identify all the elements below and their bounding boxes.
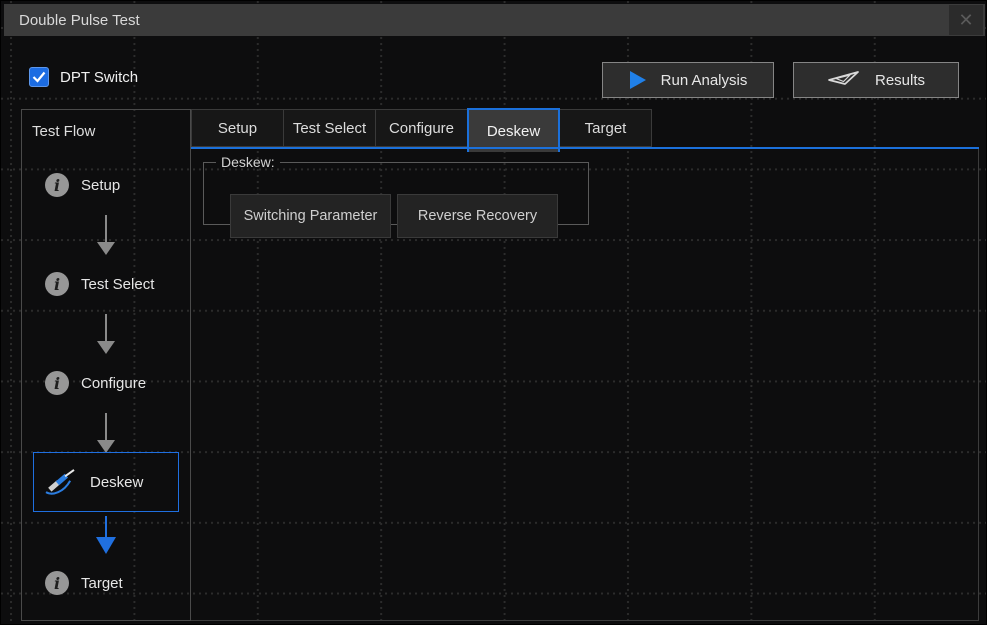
info-icon: i [45,571,69,595]
tab-target[interactable]: Target [559,109,652,147]
close-icon: ✕ [958,10,973,31]
test-flow-title: Test Flow [32,123,95,140]
flow-arrow-icon [96,314,116,354]
checkbox-checked-icon [29,67,49,87]
deskew-tab-panel: Deskew: Switching Parameter Reverse Reco… [191,149,979,621]
flow-step-target[interactable]: i Target [23,565,187,601]
flow-step-configure[interactable]: i Configure [23,365,187,401]
test-flow-panel: Test Flow i Setup i Test Select i Config… [21,109,191,621]
flow-arrow-icon [96,516,116,554]
tab-test-select[interactable]: Test Select [283,109,376,147]
info-icon: i [45,173,69,197]
switching-parameter-button[interactable]: Switching Parameter [230,194,391,238]
flow-step-label: Test Select [81,276,154,293]
tab-accent-line [191,147,979,149]
deskew-probe-icon [43,468,77,496]
tab-configure[interactable]: Configure [375,109,468,147]
tab-deskew[interactable]: Deskew [467,108,560,152]
deskew-group-label: Deskew: [216,154,280,170]
info-icon: i [45,371,69,395]
flow-step-label: Deskew [90,474,143,491]
tab-setup[interactable]: Setup [191,109,284,147]
double-pulse-test-window: Double Pulse Test ✕ DPT Switch Run Analy… [0,0,987,625]
title-bar: Double Pulse Test ✕ [4,4,985,36]
run-analysis-button[interactable]: Run Analysis [602,62,774,98]
flow-step-label: Setup [81,177,120,194]
flow-arrow-icon [96,215,116,255]
flow-step-deskew[interactable]: Deskew [33,452,179,512]
flow-step-label: Configure [81,375,146,392]
results-arrow-icon [827,69,861,91]
flow-step-setup[interactable]: i Setup [23,167,187,203]
info-icon: i [45,272,69,296]
dpt-switch-checkbox[interactable]: DPT Switch [29,65,138,89]
reverse-recovery-button[interactable]: Reverse Recovery [397,194,558,238]
close-button[interactable]: ✕ [949,5,983,35]
run-analysis-label: Run Analysis [661,72,748,89]
dpt-switch-label: DPT Switch [60,69,138,86]
play-icon [629,70,647,90]
deskew-group: Deskew: Switching Parameter Reverse Reco… [203,154,589,225]
flow-step-test-select[interactable]: i Test Select [23,266,187,302]
flow-arrow-icon [96,413,116,453]
flow-step-label: Target [81,575,123,592]
results-label: Results [875,72,925,89]
check-icon [32,71,46,83]
window-title: Double Pulse Test [19,12,140,29]
results-button[interactable]: Results [793,62,959,98]
